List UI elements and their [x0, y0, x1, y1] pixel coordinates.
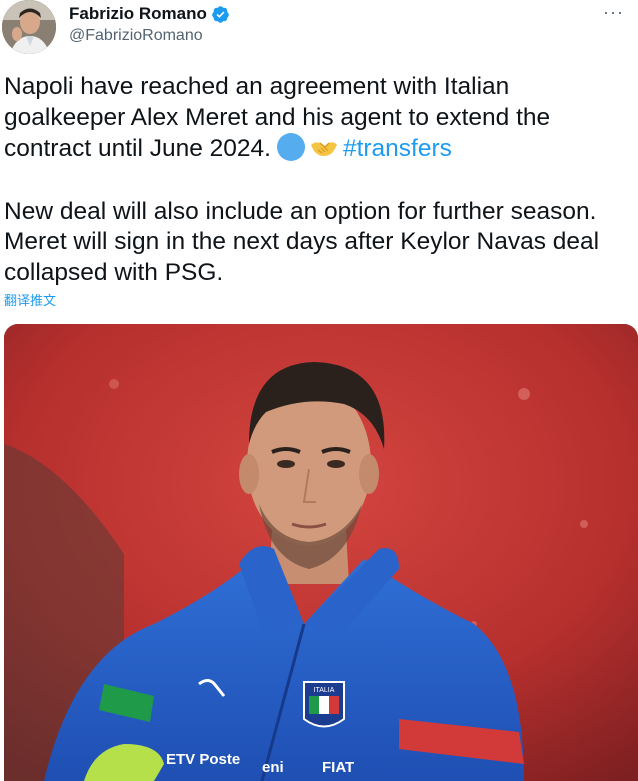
sponsor-eni: eni — [262, 759, 284, 776]
avatar[interactable] — [2, 0, 56, 54]
translate-tweet-link[interactable]: 翻译推文 — [4, 290, 56, 309]
name-row: Fabrizio Romano — [69, 4, 230, 24]
user-handle[interactable]: @FabrizioRomano — [69, 27, 203, 45]
goalkeeper-photo[interactable]: ITALIA ETV Poste eni FIAT — [4, 324, 638, 781]
tweet-header: Fabrizio Romano @FabrizioRomano ··· — [0, 0, 638, 60]
tweet-card: Fabrizio Romano @FabrizioRomano ··· Napo… — [0, 0, 638, 781]
tweet-paragraph-2: New deal will also include an option for… — [4, 197, 600, 286]
verified-badge-icon — [212, 5, 229, 23]
sponsor-poste: ETV Poste — [166, 751, 240, 768]
sponsor-fiat: FIAT — [322, 759, 354, 776]
badge-text: ITALIA — [314, 687, 335, 694]
tweet-paragraph-1: Napoli have reached an agreement with It… — [4, 72, 634, 165]
hashtag-link[interactable]: #transfers — [343, 135, 452, 162]
blue-circle-emoji — [276, 133, 305, 161]
more-dots-icon[interactable]: ··· — [603, 2, 624, 23]
handshake-emoji — [310, 142, 337, 156]
tweet-text: Napoli have reached an agreement with It… — [4, 72, 634, 288]
display-name[interactable]: Fabrizio Romano — [69, 4, 207, 24]
